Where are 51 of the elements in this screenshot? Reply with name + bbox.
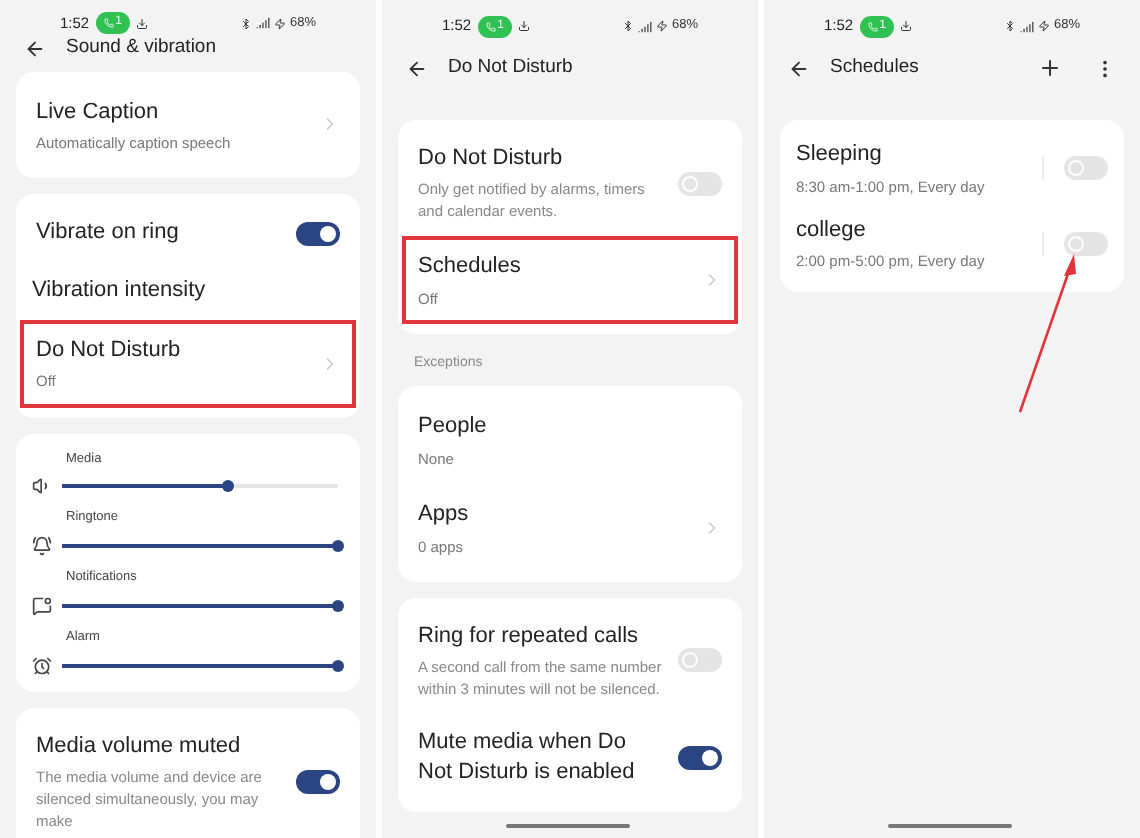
toggle-switch[interactable] <box>678 648 722 673</box>
settings-row[interactable]: Vibrate on ring <box>20 204 356 263</box>
slider-thumb[interactable] <box>332 599 344 612</box>
settings-row[interactable]: Mute media when Do Not Disturb is enabled <box>402 713 738 802</box>
back-icon[interactable] <box>788 57 810 79</box>
toggle-switch[interactable] <box>1064 155 1108 180</box>
bluetooth-icon <box>621 20 634 32</box>
download-icon <box>517 20 530 32</box>
row-title: Do Not Disturb <box>418 144 565 174</box>
toggle-switch[interactable] <box>296 221 340 246</box>
back-icon[interactable] <box>24 37 46 60</box>
signal-icon <box>637 19 652 33</box>
slider-thumb[interactable] <box>332 659 344 671</box>
toggle-switch[interactable] <box>678 171 722 195</box>
page-title: Sound & vibration <box>66 34 218 63</box>
page-title: Do Not Disturb <box>448 53 575 82</box>
row-title: Apps <box>418 500 471 530</box>
row-title: Mute media when Do Not Disturb is enabled <box>418 727 637 788</box>
toggle-switch[interactable] <box>296 769 340 793</box>
row-title: Do Not Disturb <box>36 335 183 366</box>
signal-icon <box>255 16 270 31</box>
row-title: Vibrate on ring <box>36 218 181 249</box>
row-title: Sleeping <box>796 140 884 170</box>
slider-track[interactable] <box>62 484 338 489</box>
signal-icon <box>1019 19 1034 33</box>
row-title: Schedules <box>418 252 523 282</box>
slider-thumb[interactable] <box>221 480 234 493</box>
row-title: college <box>796 215 868 246</box>
toggle-switch[interactable] <box>678 745 722 770</box>
add-icon[interactable] <box>1038 56 1062 80</box>
slider-thumb[interactable] <box>332 540 344 552</box>
row-title: Media volume muted <box>36 731 243 761</box>
charging-icon <box>1037 20 1050 32</box>
row-title: Live Caption <box>36 97 161 127</box>
charging-icon <box>655 20 668 32</box>
alarm-clock-icon <box>32 655 52 675</box>
toggle-switch[interactable] <box>1064 231 1108 256</box>
bluetooth-icon <box>1003 20 1016 32</box>
slider-track[interactable] <box>62 603 338 608</box>
row-title: People <box>418 412 489 443</box>
bell-icon <box>32 536 52 556</box>
charging-icon <box>273 17 286 30</box>
download-icon <box>135 17 148 30</box>
download-icon <box>899 20 912 32</box>
bluetooth-icon <box>239 17 252 30</box>
settings-row[interactable]: Vibration intensity <box>32 262 344 320</box>
back-icon[interactable] <box>406 57 428 79</box>
page-title: Schedules <box>830 53 921 82</box>
speaker-icon <box>32 476 52 497</box>
notification-icon <box>32 595 52 616</box>
row-title: Ring for repeated calls <box>418 621 641 652</box>
